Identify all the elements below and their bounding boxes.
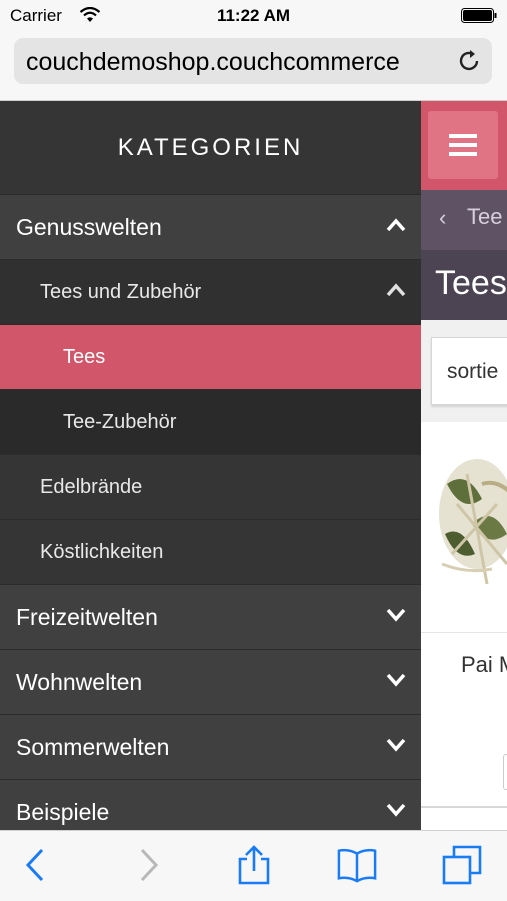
category-sidebar: KATEGORIEN Genusswelten Tees und Zubehör… — [0, 101, 421, 830]
url-field[interactable]: couchdemoshop.couchcommerce — [14, 38, 492, 84]
sidebar-item-label: Tees — [63, 345, 106, 368]
scroll-handle[interactable] — [503, 754, 507, 790]
sidebar-item-tees-und-zubehoer[interactable]: Tees und Zubehör — [0, 260, 421, 325]
tabs-icon[interactable] — [442, 845, 482, 885]
chevron-down-icon[interactable] — [385, 607, 407, 623]
hamburger-icon — [449, 134, 477, 138]
main-content: ‹ Tee Tees sortie Pai M — [421, 101, 507, 830]
sidebar-item-label: Freizeitwelten — [16, 603, 158, 630]
divider — [421, 632, 507, 633]
sidebar-title: KATEGORIEN — [0, 101, 421, 195]
sidebar-item-label: Köstlichkeiten — [40, 540, 164, 563]
share-icon[interactable] — [234, 845, 274, 885]
chevron-down-icon[interactable] — [385, 737, 407, 753]
browser-toolbar — [0, 830, 507, 901]
sidebar-item-label: Wohnwelten — [16, 668, 143, 695]
sidebar-item-edelbraende[interactable]: Edelbrände — [0, 455, 421, 520]
status-bar: Carrier 11:22 AM — [0, 0, 507, 32]
divider — [421, 806, 507, 808]
chevron-up-icon[interactable] — [385, 282, 407, 298]
sidebar-item-beispiele[interactable]: Beispiele — [0, 780, 421, 830]
sidebar-item-genusswelten[interactable]: Genusswelten — [0, 195, 421, 260]
sidebar-item-label: Genusswelten — [16, 213, 162, 240]
sidebar-item-wohnwelten[interactable]: Wohnwelten — [0, 650, 421, 715]
sidebar-item-label: Edelbrände — [40, 475, 143, 498]
reload-icon[interactable] — [456, 48, 482, 74]
breadcrumb[interactable]: ‹ Tee — [421, 190, 507, 250]
sort-bar: sortie — [421, 320, 507, 422]
sort-select[interactable]: sortie — [431, 337, 507, 405]
forward-arrow-icon[interactable] — [128, 845, 168, 885]
bookmarks-icon[interactable] — [337, 845, 377, 885]
product-name[interactable]: Pai M — [461, 652, 507, 678]
sidebar-item-label: Tee-Zubehör — [63, 410, 177, 433]
sidebar-item-tee-zubehoer[interactable]: Tee-Zubehör — [0, 390, 421, 455]
product-image[interactable] — [437, 444, 507, 634]
menu-toggle-button[interactable] — [428, 111, 498, 179]
hamburger-icon — [449, 152, 477, 156]
sort-select-label: sortie — [447, 360, 499, 383]
sidebar-item-koestlichkeiten[interactable]: Köstlichkeiten — [0, 520, 421, 585]
sidebar-item-sommerwelten[interactable]: Sommerwelten — [0, 715, 421, 780]
hamburger-icon — [449, 143, 477, 147]
browser-address-bar: couchdemoshop.couchcommerce — [0, 32, 507, 101]
sidebar-item-label: Sommerwelten — [16, 733, 170, 760]
chevron-down-icon[interactable] — [385, 802, 407, 818]
chevron-up-icon[interactable] — [385, 217, 407, 233]
battery-icon — [461, 8, 497, 23]
chevron-down-icon[interactable] — [385, 672, 407, 688]
sidebar-item-label: Beispiele — [16, 798, 110, 825]
shop-header — [421, 101, 507, 190]
url-text[interactable]: couchdemoshop.couchcommerce — [26, 48, 446, 77]
breadcrumb-label[interactable]: Tee — [467, 204, 502, 230]
clock: 11:22 AM — [216, 6, 291, 25]
sidebar-item-tees[interactable]: Tees — [0, 325, 421, 390]
page-title-bar: Tees — [421, 250, 507, 320]
sidebar-item-label: Tees und Zubehör — [40, 280, 202, 303]
chevron-left-icon[interactable]: ‹ — [439, 205, 446, 231]
page-title: Tees — [435, 264, 507, 302]
sidebar-item-freizeitwelten[interactable]: Freizeitwelten — [0, 585, 421, 650]
product-card[interactable]: Pai M — [421, 424, 507, 824]
back-arrow-icon[interactable] — [16, 845, 56, 885]
